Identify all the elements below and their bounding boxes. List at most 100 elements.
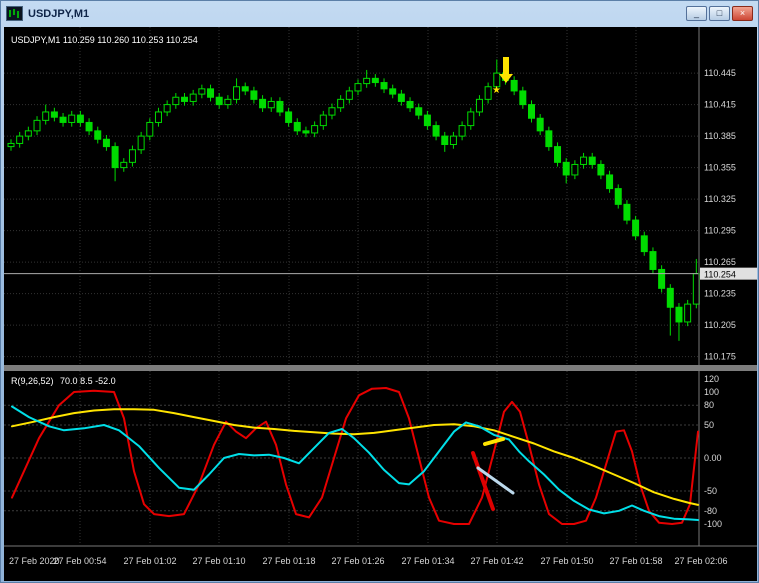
candle-body xyxy=(328,107,336,116)
indicator-tick-label: 80 xyxy=(704,400,714,410)
candle-body xyxy=(658,268,666,289)
candle-body xyxy=(215,96,223,106)
indicator-tick-label: 50 xyxy=(704,420,714,430)
restore-button[interactable]: □ xyxy=(709,6,730,21)
chart-canvas[interactable]: 110.445 110.415 110.385 110.355 110.325 110.2… xyxy=(4,27,757,581)
candle-body xyxy=(16,135,24,144)
candle-body xyxy=(68,114,76,123)
candle-body xyxy=(137,135,145,151)
candle-body xyxy=(458,125,466,137)
time-axis-label: 27 Feb 01:42 xyxy=(470,556,523,566)
chart-client-area: 110.445 110.415 110.385 110.355 110.325 110.2… xyxy=(4,27,757,581)
indicator-line-cyan xyxy=(11,405,699,521)
window-title: USDJPY,M1 xyxy=(28,7,90,20)
indicator-info-line: R(9,26,52) 70.0 8.5 -52.0 xyxy=(11,376,120,386)
price-tick-label: 110.235 xyxy=(704,289,736,299)
bid-price-label: 110.254 xyxy=(704,270,736,280)
candle-body xyxy=(545,130,553,148)
time-axis-label: 27 Feb 01:26 xyxy=(331,556,384,566)
time-axis-label: 27 Feb 01:34 xyxy=(401,556,454,566)
time-axis-label: 27 Feb 2020 xyxy=(9,556,60,566)
time-axis-label: 27 Feb 01:58 xyxy=(609,556,662,566)
candle-body xyxy=(536,117,544,132)
candle-body xyxy=(571,163,579,176)
candle-body xyxy=(510,79,518,92)
time-axis-label: 27 Feb 02:06 xyxy=(674,556,727,566)
candle-body xyxy=(94,130,102,140)
candle-body xyxy=(484,86,492,100)
candle-body xyxy=(163,104,171,113)
candle-body xyxy=(588,156,596,165)
price-tick-label: 110.265 xyxy=(704,257,736,267)
candle-body xyxy=(449,135,457,145)
candle-body xyxy=(189,93,197,102)
candle-body xyxy=(363,77,371,85)
chart-window-icon xyxy=(6,6,23,21)
candle-body xyxy=(42,111,50,121)
indicator-tick-label: -50 xyxy=(704,486,717,496)
candle-body xyxy=(467,111,475,127)
candle-body xyxy=(102,138,110,148)
candle-body xyxy=(154,111,162,123)
indicator-tick-label: 100 xyxy=(704,387,719,397)
price-tick-label: 110.385 xyxy=(704,131,736,141)
price-tick-label: 110.355 xyxy=(704,163,736,173)
candle-body xyxy=(692,273,700,305)
candle-body xyxy=(441,135,449,145)
candle-body xyxy=(432,125,440,137)
indicator-tick-label: 0.00 xyxy=(704,453,722,463)
candle-body xyxy=(207,88,215,98)
candle-body xyxy=(85,121,93,132)
candle-body xyxy=(24,130,32,137)
indicator-line-yellow xyxy=(11,408,699,506)
candle-body xyxy=(614,188,622,205)
candle-body xyxy=(276,100,284,113)
candle-body xyxy=(33,119,41,132)
candle-body xyxy=(259,98,267,109)
candle-body xyxy=(640,235,648,253)
down-arrow-object[interactable] xyxy=(499,57,513,83)
price-tick-label: 110.295 xyxy=(704,226,736,236)
candle-body xyxy=(423,114,431,127)
candle-body xyxy=(397,93,405,102)
candle-body xyxy=(580,156,588,165)
minimize-button[interactable]: _ xyxy=(686,6,707,21)
chart-window: USDJPY,M1 _ □ × 110.445 110.415 110.385 110… xyxy=(0,0,759,583)
indicator-name: R(9,26,52) xyxy=(11,376,54,386)
candle-body xyxy=(475,98,483,113)
candle-body xyxy=(76,114,84,123)
candle-body xyxy=(606,174,614,190)
price-tick-label: 110.415 xyxy=(704,100,736,110)
price-tick-label: 110.205 xyxy=(704,320,736,330)
candle-body xyxy=(371,77,379,84)
dash-yellow-object[interactable] xyxy=(483,437,505,446)
close-button[interactable]: × xyxy=(732,6,753,21)
candle-body xyxy=(224,98,232,106)
candle-body xyxy=(267,100,275,109)
candle-body xyxy=(311,125,319,134)
candle-body xyxy=(675,306,683,323)
candle-body xyxy=(554,146,562,163)
candle-body xyxy=(198,88,206,95)
candle-body xyxy=(250,90,258,100)
candle-body xyxy=(181,96,188,102)
pane-splitter[interactable] xyxy=(4,365,757,371)
candle-body xyxy=(285,111,293,123)
ohlc-info-line: USDJPY,M1 110.259 110.260 110.253 110.25… xyxy=(11,35,198,45)
candle-body xyxy=(684,303,692,323)
candle-body xyxy=(50,111,58,118)
star-object[interactable]: ★ xyxy=(492,85,501,96)
titlebar[interactable]: USDJPY,M1 _ □ × xyxy=(1,1,758,26)
candle-body xyxy=(345,90,353,100)
candle-body xyxy=(59,116,67,123)
time-axis-label: 27 Feb 00:54 xyxy=(53,556,106,566)
candle-body xyxy=(649,251,657,270)
candle-body xyxy=(666,287,674,308)
candle-body xyxy=(406,100,414,109)
candle-body xyxy=(128,149,136,163)
time-axis-label: 27 Feb 01:02 xyxy=(123,556,176,566)
candle-body xyxy=(120,161,128,169)
trend-red-object[interactable] xyxy=(471,451,495,511)
candle-body xyxy=(233,86,241,100)
candle-body xyxy=(623,203,631,221)
